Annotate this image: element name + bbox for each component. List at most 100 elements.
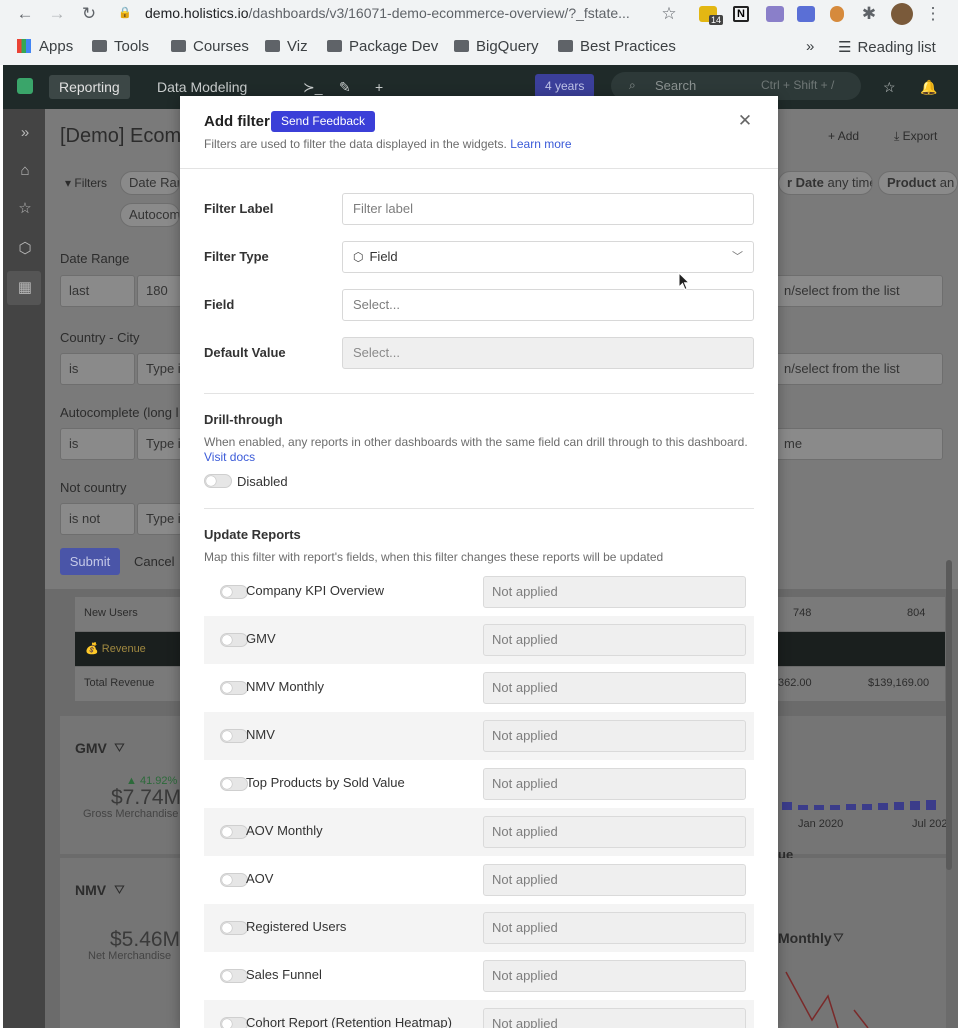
bookmark-tools[interactable]: Tools (92, 38, 149, 55)
report-field-select[interactable]: Not applied (483, 816, 746, 848)
avatar[interactable] (891, 3, 913, 25)
url-path: /dashboards/v3/16071-demo-ecommerce-over… (248, 5, 630, 21)
report-toggle[interactable] (220, 585, 248, 599)
export-label: Export (902, 129, 938, 143)
bookmark-package-dev[interactable]: Package Dev (327, 38, 438, 55)
report-field-select[interactable]: Not applied (483, 960, 746, 992)
reading-list-button[interactable]: ☰ Reading list (838, 38, 936, 56)
puzzle-icon[interactable]: ✱ (859, 4, 879, 24)
expand-icon[interactable]: » (17, 125, 33, 141)
report-name: Cohort Report (Retention Heatmap) (246, 1015, 452, 1028)
date-range-value[interactable]: 180 (137, 275, 182, 307)
bookmark-best-practices[interactable]: Best Practices (558, 38, 676, 55)
holistics-logo-icon[interactable] (17, 78, 33, 94)
autocomplete-input[interactable]: Type i (137, 428, 182, 460)
filter-chip-order-date[interactable]: r Date any time (778, 171, 873, 195)
report-toggle[interactable] (220, 969, 248, 983)
dashboard-icon[interactable]: ▦ (17, 280, 33, 296)
report-field-select[interactable]: Not applied (483, 864, 746, 896)
bookmark-label: Courses (193, 38, 249, 55)
section-divider (204, 393, 754, 394)
lock-icon[interactable]: 🔒 (118, 6, 132, 19)
extension-icon-4[interactable] (830, 6, 844, 22)
reload-icon[interactable]: ↻ (79, 4, 99, 24)
forward-icon[interactable]: → (47, 4, 67, 24)
filter-icon[interactable]: ⛛ (114, 740, 125, 756)
report-name: AOV Monthly (246, 823, 323, 838)
filter-type-select[interactable]: ⬡ Field ﹀ (342, 241, 754, 273)
export-button[interactable]: ⤓ Export (894, 129, 937, 144)
report-toggle[interactable] (220, 921, 248, 935)
country-city-input[interactable]: Type i (137, 353, 182, 385)
report-toggle[interactable] (220, 873, 248, 887)
bookmark-star-icon[interactable]: ☆ (659, 4, 679, 24)
notion-icon[interactable]: N (733, 6, 749, 22)
bookmark-apps[interactable]: Apps (17, 38, 73, 55)
report-toggle[interactable] (220, 681, 248, 695)
back-icon[interactable]: ← (15, 4, 35, 24)
report-field-select[interactable]: Not applied (483, 1008, 746, 1028)
bar (926, 800, 936, 810)
time-input[interactable]: me (775, 428, 943, 460)
report-field-select[interactable]: Not applied (483, 912, 746, 944)
star-icon[interactable]: ☆ (873, 75, 906, 99)
filter-chip-product[interactable]: Product an (878, 171, 958, 195)
autocomplete-operator[interactable]: is (60, 428, 135, 460)
report-toggle[interactable] (220, 825, 248, 839)
home-icon[interactable]: ⌂ (17, 163, 33, 179)
filter-chip-date-range[interactable]: Date Ran (120, 171, 180, 195)
report-row: Top Products by Sold Value Not applied (204, 760, 754, 808)
nmv-title: NMV (75, 882, 107, 898)
page-scrollbar[interactable] (946, 560, 952, 870)
report-toggle[interactable] (220, 729, 248, 743)
header-divider (180, 168, 778, 169)
visit-docs-link[interactable]: Visit docs (204, 450, 255, 464)
submit-button[interactable]: Submit (60, 548, 120, 575)
filter-icon[interactable]: ⛛ (833, 930, 844, 946)
not-country-operator[interactable]: is not (60, 503, 135, 535)
field-select[interactable]: Select... (342, 289, 754, 321)
report-toggle[interactable] (220, 633, 248, 647)
bookmark-bigquery[interactable]: BigQuery (454, 38, 539, 55)
bookmark-viz[interactable]: Viz (265, 38, 308, 55)
cube-icon: ⬡ (353, 250, 364, 264)
date-range-select[interactable]: n/select from the list (775, 275, 943, 307)
bookmark-courses[interactable]: Courses (171, 38, 249, 55)
tab-reporting[interactable]: Reporting (49, 75, 130, 99)
gmv-subtitle: Gross Merchandise (83, 808, 179, 820)
extension-icon-3[interactable] (797, 6, 815, 22)
total-revenue-label: Total Revenue (84, 677, 155, 689)
filter-icon[interactable]: ⛛ (114, 882, 125, 898)
total-revenue-value-2: $139,169.00 (868, 677, 930, 689)
send-feedback-button[interactable]: Send Feedback (271, 111, 376, 132)
close-icon[interactable]: ✕ (735, 111, 755, 131)
extension-icon-2[interactable] (766, 6, 784, 22)
datasets-icon[interactable]: ⬡ (17, 241, 33, 257)
bell-icon[interactable]: 🔔 (910, 75, 947, 99)
filter-chip-autocomplete[interactable]: Autocom (120, 203, 180, 227)
default-value-select[interactable]: Select... (342, 337, 754, 369)
bookmarks-more-icon[interactable]: » (806, 38, 814, 55)
favorites-star-icon[interactable]: ☆ (17, 201, 33, 217)
country-city-select[interactable]: n/select from the list (775, 353, 943, 385)
report-toggle[interactable] (220, 1017, 248, 1028)
url-text[interactable]: demo.holistics.io/dashboards/v3/16071-de… (145, 5, 645, 21)
report-field-select[interactable]: Not applied (483, 768, 746, 800)
filters-toggle[interactable]: ▾ Filters (65, 176, 107, 190)
report-field-select[interactable]: Not applied (483, 624, 746, 656)
report-field-select[interactable]: Not applied (483, 672, 746, 704)
report-toggle[interactable] (220, 777, 248, 791)
report-field-select[interactable]: Not applied (483, 576, 746, 608)
kebab-menu-icon[interactable]: ⋮ (923, 4, 943, 24)
date-range-operator[interactable]: last (60, 275, 135, 307)
not-country-input[interactable]: Type i (137, 503, 182, 535)
drill-through-toggle[interactable] (204, 474, 232, 488)
learn-more-link[interactable]: Learn more (510, 137, 571, 151)
drill-through-state: Disabled (237, 474, 288, 489)
cancel-button[interactable]: Cancel (134, 554, 174, 569)
country-city-operator[interactable]: is (60, 353, 135, 385)
add-widget-button[interactable]: + Add (828, 129, 859, 143)
report-field-select[interactable]: Not applied (483, 720, 746, 752)
filter-label-input[interactable]: Filter label (342, 193, 754, 225)
chevron-down-icon: ﹀ (732, 251, 743, 263)
